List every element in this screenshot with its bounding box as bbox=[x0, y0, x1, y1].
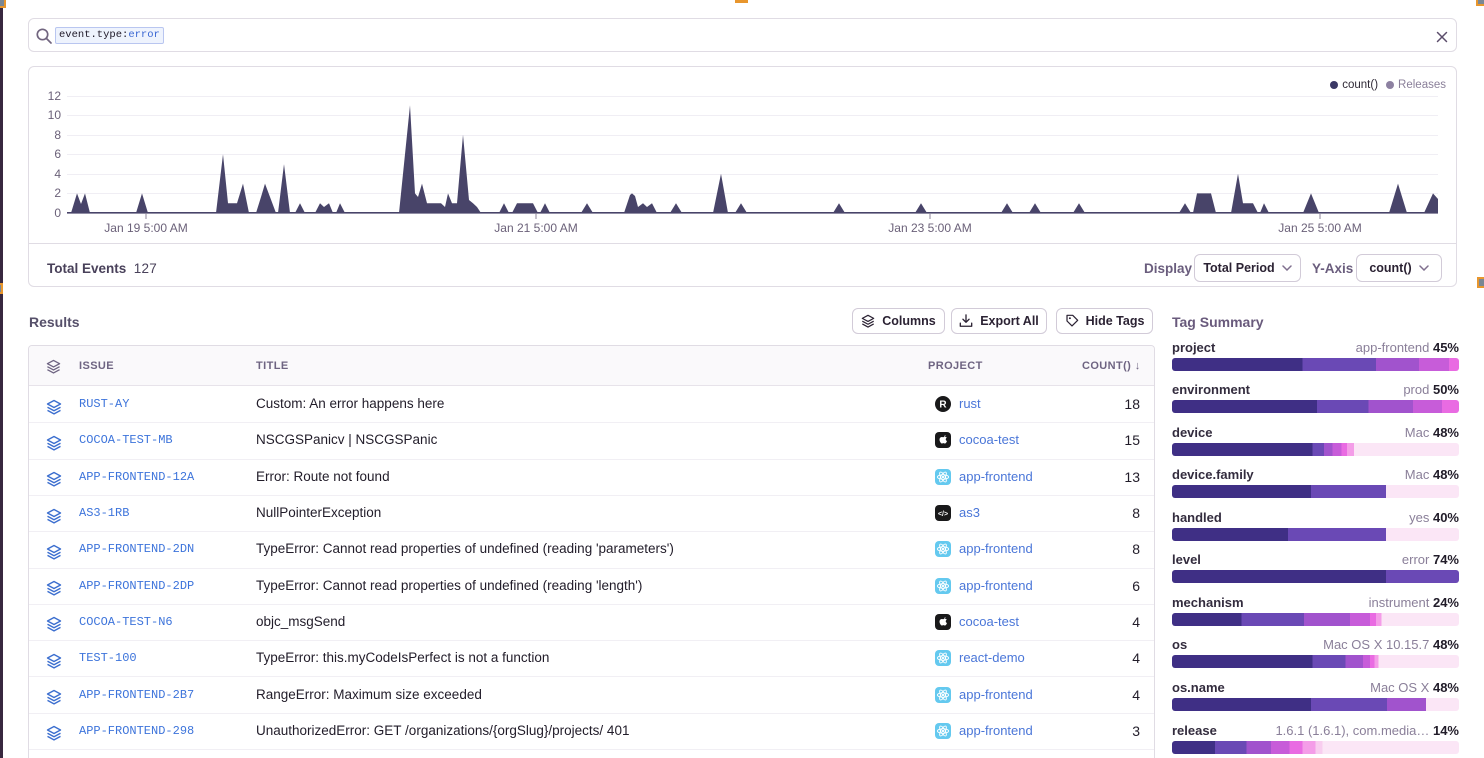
svg-text:</>: </> bbox=[938, 511, 948, 518]
svg-text:R: R bbox=[939, 400, 947, 411]
